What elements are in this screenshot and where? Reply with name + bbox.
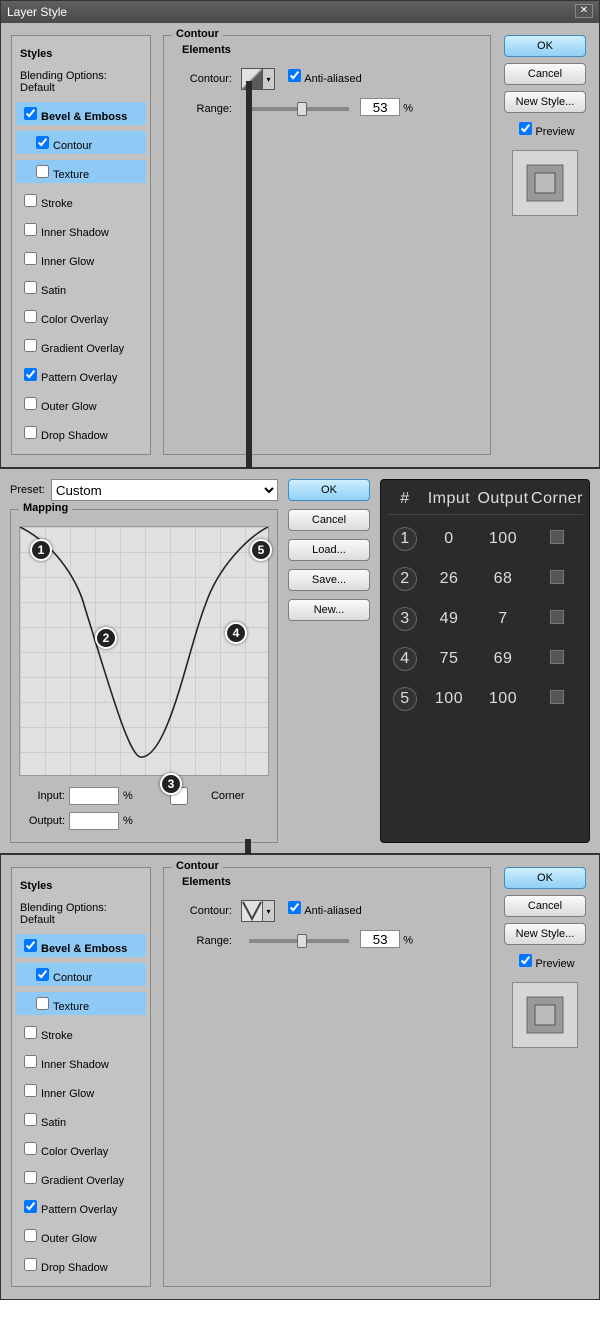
preview2-checkbox[interactable] xyxy=(519,954,532,967)
range-slider[interactable] xyxy=(249,107,349,111)
ok2-button[interactable]: OK xyxy=(504,867,586,889)
style-gradient-overlay: Gradient Overlay xyxy=(16,334,146,357)
editor-save-button[interactable]: Save... xyxy=(288,569,370,591)
style-inner-shadow: Inner Shadow xyxy=(16,218,146,241)
cancel2-button[interactable]: Cancel xyxy=(504,895,586,917)
styles-header: Styles xyxy=(16,46,146,62)
contour-fieldset: Contour Elements Contour: ▾ Anti-aliased… xyxy=(163,35,491,455)
point-1-marker[interactable]: 1 xyxy=(30,539,52,561)
point-2-marker[interactable]: 2 xyxy=(95,627,117,649)
style-bevel: Bevel & Emboss xyxy=(16,102,146,125)
style-pattern-overlay: Pattern Overlay xyxy=(16,363,146,386)
style-inner-glow: Inner Glow xyxy=(16,247,146,270)
range-input[interactable] xyxy=(360,98,400,116)
output-field[interactable] xyxy=(69,812,119,830)
styles-list: Styles Blending Options: Default Bevel &… xyxy=(11,35,151,455)
range2-slider[interactable] xyxy=(249,939,349,943)
close-icon[interactable]: ✕ xyxy=(575,4,593,18)
style-stroke: Stroke xyxy=(16,189,146,212)
style-contour: Contour xyxy=(16,131,146,154)
range2-input[interactable] xyxy=(360,930,400,948)
preview-checkbox[interactable] xyxy=(519,122,532,135)
editor-new-button[interactable]: New... xyxy=(288,599,370,621)
contour-picker-chevron-icon[interactable]: ▾ xyxy=(263,68,275,90)
styles-list2: Styles Blending Options: Default Bevel &… xyxy=(11,867,151,1287)
newstyle2-button[interactable]: New Style... xyxy=(504,923,586,945)
editor-cancel-button[interactable]: Cancel xyxy=(288,509,370,531)
editor-ok-button[interactable]: OK xyxy=(288,479,370,501)
new-style-button[interactable]: New Style... xyxy=(504,91,586,113)
ok-button[interactable]: OK xyxy=(504,35,586,57)
antialiased2-checkbox[interactable] xyxy=(288,901,301,914)
preset-label: Preset: xyxy=(10,484,45,496)
contour-swatch-result[interactable] xyxy=(241,900,263,922)
contour-picker2-chevron-icon[interactable]: ▾ xyxy=(263,900,275,922)
preview-thumbnail xyxy=(512,150,578,216)
point-5-marker[interactable]: 5 xyxy=(250,539,272,561)
style-color-overlay: Color Overlay xyxy=(16,305,146,328)
preview2-thumbnail xyxy=(512,982,578,1048)
dialog-title: Layer Style xyxy=(7,1,67,23)
point-3-marker[interactable]: 3 xyxy=(160,773,182,795)
points-data-table: # Imput Output Corner 10100 22668 3497 4… xyxy=(380,479,590,843)
point-4-marker[interactable]: 4 xyxy=(225,622,247,644)
style-outer-glow: Outer Glow xyxy=(16,392,146,415)
style-satin: Satin xyxy=(16,276,146,299)
blending-header[interactable]: Blending Options: Default xyxy=(16,68,146,96)
cancel-button[interactable]: Cancel xyxy=(504,63,586,85)
antialiased-checkbox[interactable] xyxy=(288,69,301,82)
editor-load-button[interactable]: Load... xyxy=(288,539,370,561)
mapping-graph[interactable]: 1 2 3 4 5 xyxy=(19,526,269,776)
preset-select[interactable]: Custom xyxy=(51,479,278,501)
input-field[interactable] xyxy=(69,787,119,805)
style-drop-shadow: Drop Shadow xyxy=(16,421,146,444)
style-texture: Texture xyxy=(16,160,146,183)
contour-swatch[interactable] xyxy=(241,68,263,90)
